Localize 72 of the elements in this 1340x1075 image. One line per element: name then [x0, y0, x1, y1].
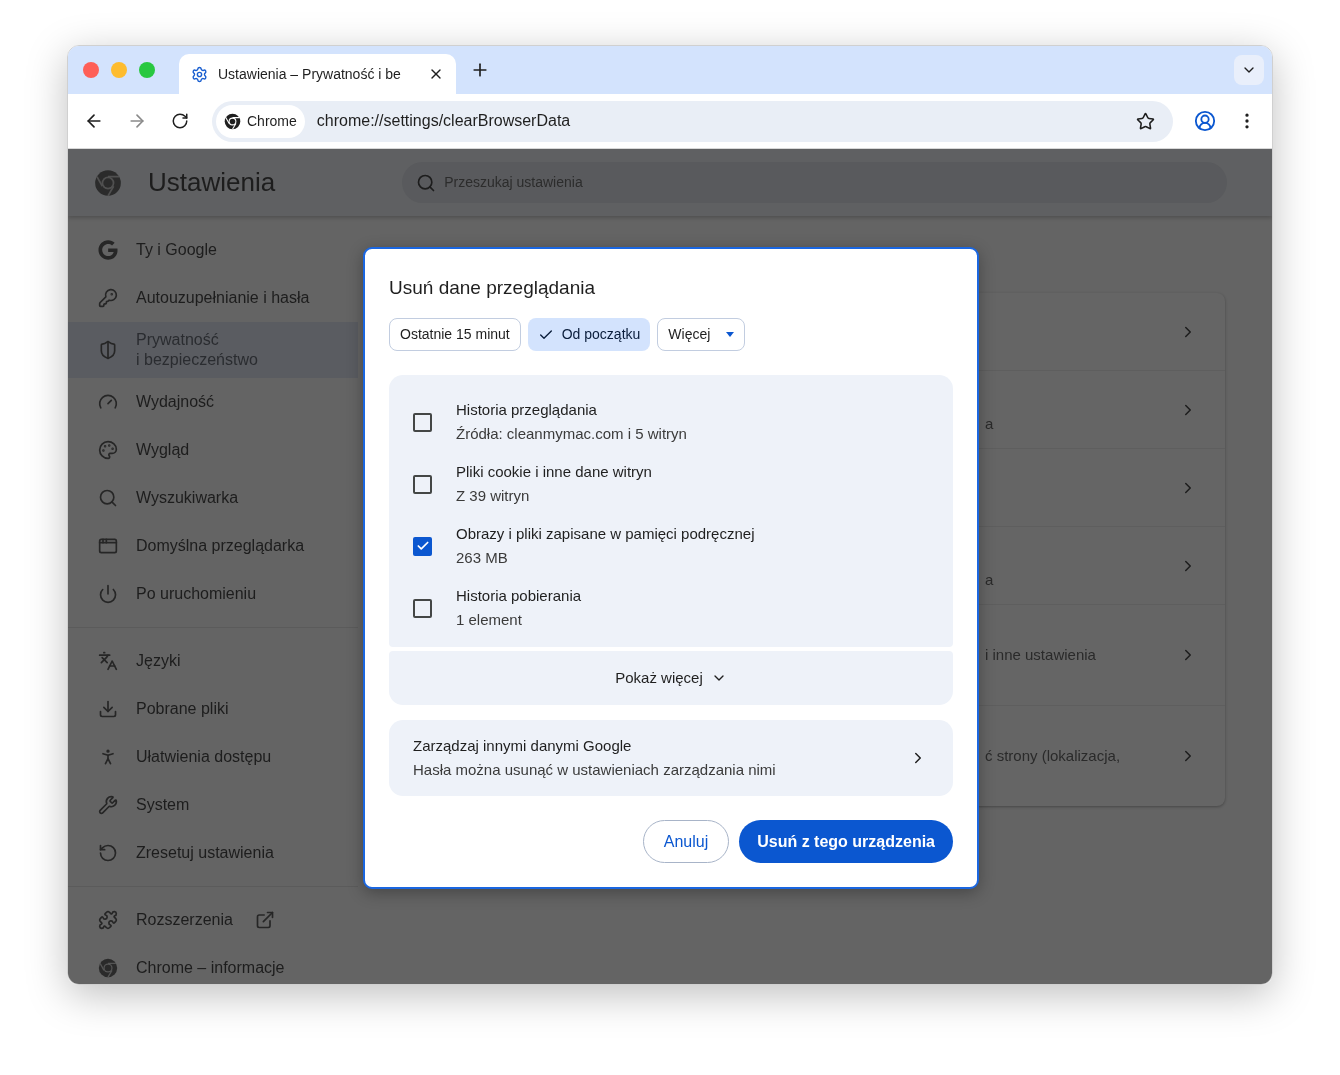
download-icon	[98, 699, 118, 719]
url-text: chrome://settings/clearBrowserData	[316, 111, 572, 131]
setting-label: ć strony (lokalizacja,	[985, 747, 1121, 765]
tab-title: Ustawienia – Prywatność i be	[218, 64, 402, 84]
sidebar-item[interactable]: Chrome – informacje	[68, 944, 358, 984]
sidebar-item[interactable]: Wygląd	[68, 426, 358, 474]
sidebar-item[interactable]: Domyślna przeglądarka	[68, 522, 358, 570]
manage-google-data-row[interactable]: Zarządzaj innymi danymi Google Hasła można usunąć w ustawieniach zarządzania nimi	[389, 720, 953, 796]
checkbox[interactable]	[413, 474, 432, 494]
profile-icon[interactable]	[1194, 110, 1216, 132]
checkbox[interactable]	[413, 536, 432, 556]
settings-icon	[191, 65, 208, 83]
option-title: Obrazy i pliki zapisane w pamięci podręcznej	[456, 524, 755, 544]
star-icon[interactable]	[1136, 111, 1155, 131]
manage-title: Zarządzaj innymi danymi Google	[413, 736, 633, 756]
puzzle-icon	[98, 910, 118, 930]
site-chip[interactable]: Chrome	[216, 104, 305, 138]
sidebar-item[interactable]: Po uruchomieniu	[68, 570, 358, 618]
checkbox[interactable]	[413, 412, 432, 432]
check-icon	[415, 539, 430, 553]
delete-button[interactable]: Usuń z tego urządzenia	[739, 820, 953, 863]
reset-icon	[98, 843, 118, 863]
sidebar-item[interactable]: Wydajność	[68, 378, 358, 426]
manage-subtitle: Hasła można usunąć w ustawieniach zarządzania nimi	[413, 760, 777, 780]
filter-chip[interactable]: Od początku	[527, 318, 651, 351]
settings-title: Ustawienia	[148, 166, 276, 199]
sidebar-item[interactable]: Pobrane pliki	[68, 685, 358, 733]
address-bar[interactable]: Chrome chrome://settings/clearBrowserData	[212, 100, 1173, 142]
option-title: Historia pobierania	[456, 586, 582, 606]
sidebar-item[interactable]: Wyszukiwarka	[68, 474, 358, 522]
data-type-option[interactable]: Historia przeglądania Źródła: cleanmymac.com i 5 witryn	[389, 391, 953, 453]
option-subtitle: Z 39 witryn	[456, 486, 531, 506]
data-type-option[interactable]: Historia pobierania 1 element	[389, 577, 953, 639]
data-type-option[interactable]: Pliki cookie i inne dane witryn Z 39 witryn	[389, 453, 953, 515]
setting-label: a	[985, 571, 994, 589]
google-g-icon	[98, 240, 118, 260]
setting-label: a	[985, 415, 994, 433]
tab-search-button[interactable]	[1234, 55, 1264, 85]
chrome-logo-icon	[94, 168, 122, 197]
search-icon	[98, 488, 118, 508]
chrome-logo-icon	[224, 112, 241, 130]
option-title: Historia przeglądania	[456, 400, 598, 420]
sidebar-item[interactable]: Zresetuj ustawienia	[68, 829, 358, 877]
setting-label: i inne ustawienia	[985, 646, 1096, 664]
option-subtitle: 1 element	[456, 610, 523, 630]
option-title: Pliki cookie i inne dane witryn	[456, 462, 652, 482]
filter-chip[interactable]: Więcej	[657, 318, 746, 351]
option-subtitle: 263 MB	[456, 548, 509, 568]
browser-tab[interactable]: Ustawienia – Prywatność i be	[179, 54, 456, 94]
translate-icon	[98, 651, 118, 671]
key-icon	[98, 288, 118, 308]
checkbox[interactable]	[413, 598, 432, 618]
dropdown-caret-icon	[726, 332, 735, 337]
filter-chip[interactable]: Ostatnie 15 minut	[389, 318, 521, 351]
sidebar-item[interactable]: Rozszerzenia	[68, 896, 358, 944]
option-subtitle: Źródła: cleanmymac.com i 5 witryn	[456, 424, 687, 444]
sidebar-item[interactable]: Języki	[68, 637, 358, 685]
show-more-button[interactable]: Pokaż więcej	[389, 651, 953, 705]
shield-icon	[98, 340, 118, 360]
reload-icon[interactable]	[171, 112, 189, 130]
wrench-icon	[98, 795, 118, 815]
chrome-logo-icon	[98, 958, 118, 978]
data-type-option[interactable]: Obrazy i pliki zapisane w pamięci podręcznej 263 MB	[389, 515, 953, 577]
gauge-icon	[98, 392, 118, 412]
cancel-button[interactable]: Anuluj	[642, 820, 730, 863]
dialog-title: Usuń dane przeglądania	[389, 276, 596, 300]
palette-icon	[98, 440, 118, 460]
power-icon	[98, 584, 118, 604]
browser-window-icon	[98, 536, 118, 556]
search-icon	[416, 172, 437, 193]
sidebar-item[interactable]: Ułatwienia dostępu	[68, 733, 358, 781]
sidebar-item[interactable]: System	[68, 781, 358, 829]
